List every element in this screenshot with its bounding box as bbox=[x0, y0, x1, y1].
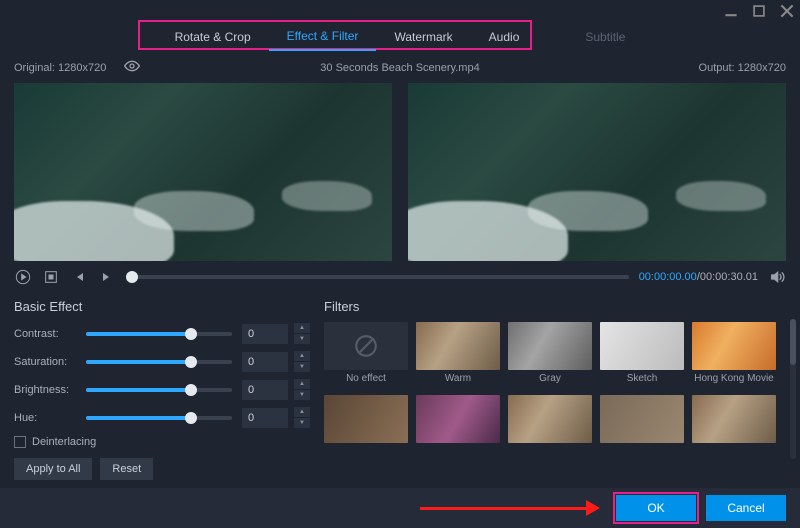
preview-output bbox=[408, 83, 786, 261]
row-brightness: Brightness: 0 ▲▼ bbox=[14, 378, 310, 402]
infobar: Original: 1280x720 30 Seconds Beach Scen… bbox=[0, 52, 800, 83]
deinterlacing-row[interactable]: Deinterlacing bbox=[14, 436, 310, 448]
slider-brightness[interactable] bbox=[86, 388, 232, 392]
filter-item-7[interactable] bbox=[416, 395, 500, 460]
tabs: Rotate & Crop Effect & Filter Watermark … bbox=[0, 22, 800, 52]
next-frame-button[interactable] bbox=[98, 268, 116, 286]
filters-panel: Filters No effect Warm Gray Sketch Hong … bbox=[324, 299, 786, 473]
slider-contrast[interactable] bbox=[86, 332, 232, 336]
filter-item-9[interactable] bbox=[600, 395, 684, 460]
filter-no-effect[interactable]: No effect bbox=[324, 322, 408, 387]
maximize-button[interactable] bbox=[752, 4, 766, 18]
filename-label: 30 Seconds Beach Scenery.mp4 bbox=[320, 62, 479, 74]
filters-title: Filters bbox=[324, 299, 786, 314]
preview-original bbox=[14, 83, 392, 261]
slider-saturation[interactable] bbox=[86, 360, 232, 364]
filter-item-6[interactable] bbox=[324, 395, 408, 460]
scrub-track[interactable] bbox=[126, 275, 629, 279]
playbar: 00:00:00.00/00:00:30.01 bbox=[0, 261, 800, 293]
spinner-brightness[interactable]: ▲▼ bbox=[294, 379, 310, 401]
basic-effect-title: Basic Effect bbox=[14, 299, 310, 314]
tab-subtitle[interactable]: Subtitle bbox=[567, 24, 643, 50]
titlebar bbox=[0, 0, 800, 22]
original-dimensions: Original: 1280x720 bbox=[14, 62, 106, 74]
output-dimensions: Output: 1280x720 bbox=[699, 62, 786, 74]
filters-scrollbar[interactable] bbox=[790, 319, 796, 459]
filter-warm[interactable]: Warm bbox=[416, 322, 500, 387]
filter-item-8[interactable] bbox=[508, 395, 592, 460]
row-saturation: Saturation: 0 ▲▼ bbox=[14, 350, 310, 374]
spinner-saturation[interactable]: ▲▼ bbox=[294, 351, 310, 373]
minimize-button[interactable] bbox=[724, 4, 738, 18]
row-hue: Hue: 0 ▲▼ bbox=[14, 406, 310, 430]
deinterlacing-checkbox[interactable] bbox=[14, 436, 26, 448]
timecode: 00:00:00.00/00:00:30.01 bbox=[639, 271, 758, 283]
footer: OK Cancel bbox=[0, 488, 800, 528]
tab-rotate-crop[interactable]: Rotate & Crop bbox=[157, 24, 269, 50]
tab-effect-filter[interactable]: Effect & Filter bbox=[269, 23, 377, 51]
apply-to-all-button[interactable]: Apply to All bbox=[14, 458, 92, 480]
value-contrast[interactable]: 0 bbox=[242, 324, 288, 344]
value-hue[interactable]: 0 bbox=[242, 408, 288, 428]
filter-item-10[interactable] bbox=[692, 395, 776, 460]
tab-audio[interactable]: Audio bbox=[471, 24, 538, 50]
filter-hongkong-movie[interactable]: Hong Kong Movie bbox=[692, 322, 776, 387]
value-saturation[interactable]: 0 bbox=[242, 352, 288, 372]
cancel-button[interactable]: Cancel bbox=[706, 495, 786, 521]
value-brightness[interactable]: 0 bbox=[242, 380, 288, 400]
slider-hue[interactable] bbox=[86, 416, 232, 420]
filter-gray[interactable]: Gray bbox=[508, 322, 592, 387]
label-hue: Hue: bbox=[14, 412, 80, 424]
ok-button[interactable]: OK bbox=[616, 495, 696, 521]
deinterlacing-label: Deinterlacing bbox=[32, 436, 96, 448]
spinner-hue[interactable]: ▲▼ bbox=[294, 407, 310, 429]
stop-button[interactable] bbox=[42, 268, 60, 286]
close-button[interactable] bbox=[780, 4, 794, 18]
filter-sketch[interactable]: Sketch bbox=[600, 322, 684, 387]
play-button[interactable] bbox=[14, 268, 32, 286]
tab-watermark[interactable]: Watermark bbox=[376, 24, 470, 50]
label-brightness: Brightness: bbox=[14, 384, 80, 396]
row-contrast: Contrast: 0 ▲▼ bbox=[14, 322, 310, 346]
spinner-contrast[interactable]: ▲▼ bbox=[294, 323, 310, 345]
lower-panel: Basic Effect Contrast: 0 ▲▼ Saturation: … bbox=[0, 293, 800, 479]
reset-button[interactable]: Reset bbox=[100, 458, 153, 480]
basic-effect-panel: Basic Effect Contrast: 0 ▲▼ Saturation: … bbox=[14, 299, 310, 473]
volume-icon[interactable] bbox=[768, 268, 786, 286]
label-contrast: Contrast: bbox=[14, 328, 80, 340]
prev-frame-button[interactable] bbox=[70, 268, 88, 286]
label-saturation: Saturation: bbox=[14, 356, 80, 368]
scrub-knob[interactable] bbox=[126, 271, 138, 283]
preview-area bbox=[0, 83, 800, 261]
preview-toggle-icon[interactable] bbox=[124, 58, 140, 77]
